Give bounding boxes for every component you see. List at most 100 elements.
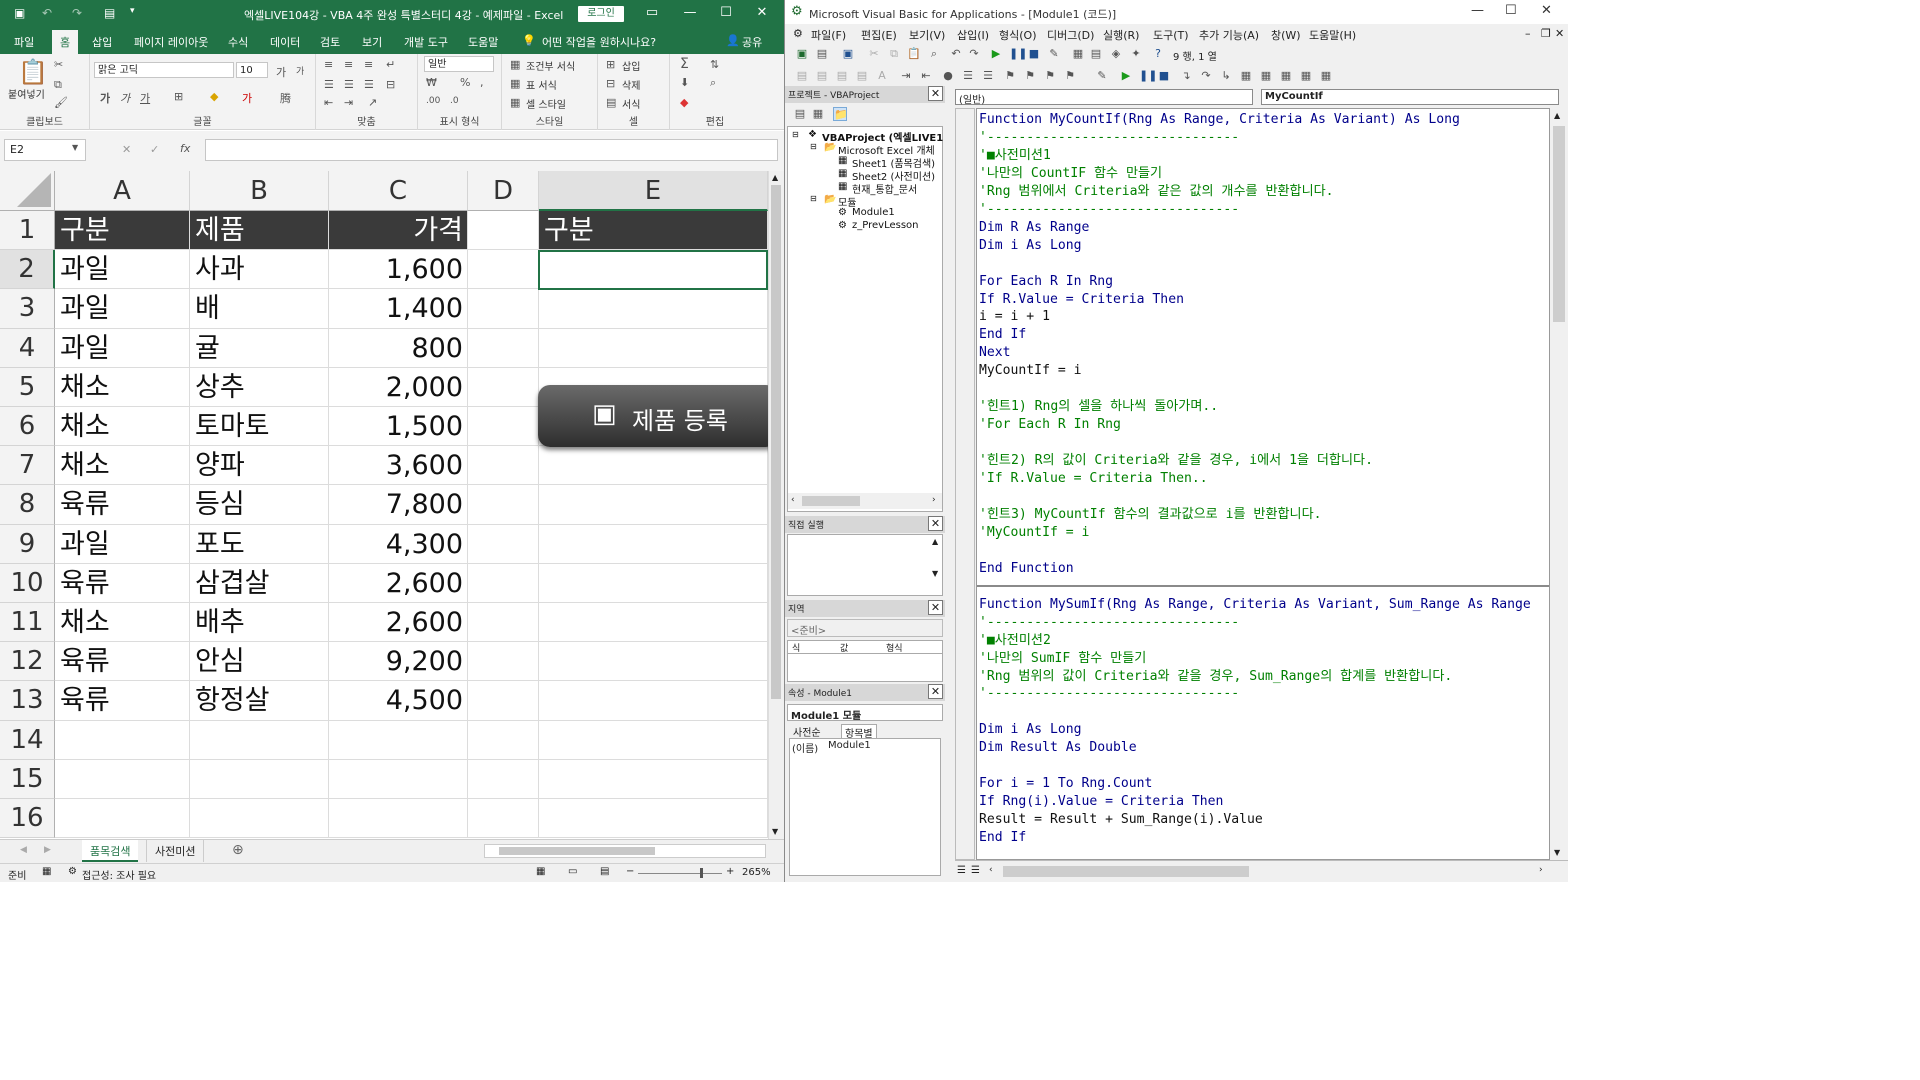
align-center-icon[interactable]: ☰ bbox=[344, 78, 354, 91]
cell-a9[interactable]: 과일 bbox=[55, 524, 190, 564]
quick-info-icon[interactable]: ▤ bbox=[835, 69, 849, 83]
zoom-slider-thumb[interactable] bbox=[700, 868, 703, 878]
cell-a10[interactable]: 육류 bbox=[55, 563, 190, 603]
insert-function-icon[interactable]: fx bbox=[180, 142, 190, 155]
tree-hscrollbar[interactable]: ‹ › bbox=[788, 493, 942, 509]
code-hscrollbar[interactable]: ☰ ☰ ‹ › bbox=[955, 860, 1568, 882]
parameter-info-icon[interactable]: ▤ bbox=[855, 69, 869, 83]
increase-indent-icon[interactable]: ⇥ bbox=[344, 96, 353, 109]
full-module-view-icon[interactable]: ☰ bbox=[971, 865, 980, 876]
vbe-child-close-icon[interactable]: ✕ bbox=[1555, 27, 1564, 40]
code-line[interactable]: 'MyCountIf = i bbox=[979, 524, 1089, 542]
cell-a1[interactable]: 구분 bbox=[55, 211, 190, 251]
row-header[interactable]: 14 bbox=[0, 720, 55, 760]
vbe-menu-file[interactable]: 파일(F) bbox=[811, 27, 846, 43]
vbe-menu-help[interactable]: 도움말(H) bbox=[1309, 27, 1356, 43]
vbe-find-icon[interactable]: ⌕ bbox=[927, 47, 941, 61]
cell-a13[interactable]: 육류 bbox=[55, 681, 190, 721]
indent-icon[interactable]: ⇥ bbox=[899, 69, 913, 83]
align-middle-icon[interactable]: ≡ bbox=[344, 58, 353, 71]
cell-c4[interactable]: 800 bbox=[329, 328, 468, 368]
code-line[interactable]: End If bbox=[979, 326, 1026, 344]
row-header[interactable]: 3 bbox=[0, 289, 55, 329]
horizontal-scrollbar[interactable] bbox=[484, 844, 766, 858]
code-line[interactable]: Function MySumIf(Rng As Range, Criteria … bbox=[979, 596, 1531, 614]
cell-e8[interactable] bbox=[539, 485, 768, 525]
property-value[interactable]: Module1 bbox=[828, 740, 871, 751]
cell-c2[interactable]: 1,600 bbox=[329, 250, 468, 290]
immediate-scroll-up-icon[interactable]: ▲ bbox=[932, 537, 938, 546]
cell-e10[interactable] bbox=[539, 563, 768, 603]
cell-d8[interactable] bbox=[468, 485, 539, 525]
code-hscroll-thumb[interactable] bbox=[1003, 866, 1249, 877]
locals-close-icon[interactable]: ✕ bbox=[928, 600, 943, 615]
cell-e15[interactable] bbox=[539, 759, 768, 799]
bookmark-icon[interactable]: ⚑ bbox=[1003, 69, 1017, 83]
prev-bookmark-icon[interactable]: ⚑ bbox=[1043, 69, 1057, 83]
quick-watch-icon[interactable]: ▦ bbox=[1299, 69, 1313, 83]
cell-e4[interactable] bbox=[539, 328, 768, 368]
code-line[interactable]: End If bbox=[979, 829, 1026, 847]
vbe-minimize-icon[interactable]: — bbox=[1471, 3, 1484, 18]
code-line[interactable]: '힌트1) Rng의 셀을 하나씩 돌아가며.. bbox=[979, 398, 1218, 416]
sheet-tab-pre-mission[interactable]: 사전미션 bbox=[146, 840, 205, 862]
code-line[interactable]: 'If R.Value = Criteria Then.. bbox=[979, 470, 1208, 488]
immediate-window[interactable]: ▲ ▼ bbox=[787, 534, 943, 596]
uncomment-block-icon[interactable]: ☰ bbox=[981, 69, 995, 83]
cell-d14[interactable] bbox=[468, 720, 539, 760]
step-over-icon[interactable]: ↷ bbox=[1199, 69, 1213, 83]
cell-b4[interactable]: 귤 bbox=[190, 328, 329, 368]
step-into-icon[interactable]: ↴ bbox=[1179, 69, 1193, 83]
column-header-e[interactable]: E bbox=[539, 171, 768, 211]
code-line[interactable]: MyCountIf = i bbox=[979, 362, 1081, 380]
code-line[interactable]: '나만의 CountIF 함수 만들기 bbox=[979, 165, 1162, 183]
zoom-level[interactable]: 265% bbox=[742, 867, 771, 878]
step-out-icon[interactable]: ↳ bbox=[1219, 69, 1233, 83]
code-margin[interactable] bbox=[955, 108, 975, 860]
code-line[interactable]: '-------------------------------- bbox=[979, 685, 1239, 703]
delete-cells-button[interactable]: 삭제 bbox=[622, 77, 640, 92]
cell-d3[interactable] bbox=[468, 289, 539, 329]
code-line[interactable]: Dim Result As Double bbox=[979, 739, 1137, 757]
object-browser-icon[interactable]: ◈ bbox=[1109, 47, 1123, 61]
cell-a2[interactable]: 과일 bbox=[55, 250, 190, 290]
column-header-d[interactable]: D bbox=[468, 171, 539, 211]
prev-sheet-icon[interactable]: ◀ bbox=[20, 845, 27, 855]
customize-toolbar-icon[interactable]: ▾ bbox=[130, 6, 135, 16]
format-painter-icon[interactable]: 🖌 bbox=[54, 96, 68, 109]
border-icon[interactable]: ⊞ bbox=[174, 90, 183, 103]
percent-icon[interactable]: % bbox=[460, 76, 470, 89]
code-line[interactable]: 'For Each R In Rng bbox=[979, 416, 1121, 434]
code-line[interactable]: For Each R In Rng bbox=[979, 273, 1113, 291]
scroll-thumb[interactable] bbox=[771, 185, 781, 699]
cell-d6[interactable] bbox=[468, 407, 539, 447]
tree-scroll-right-icon[interactable]: › bbox=[932, 495, 936, 505]
row-header[interactable]: 7 bbox=[0, 446, 55, 486]
tab-help[interactable]: 도움말 bbox=[468, 34, 498, 50]
row-header[interactable]: 16 bbox=[0, 799, 55, 839]
cell-c12[interactable]: 9,200 bbox=[329, 642, 468, 682]
next-bookmark-icon[interactable]: ⚑ bbox=[1023, 69, 1037, 83]
locals-window-icon[interactable]: ▦ bbox=[1239, 69, 1253, 83]
vbe-menu-run[interactable]: 실행(R) bbox=[1103, 27, 1139, 43]
cell-d4[interactable] bbox=[468, 328, 539, 368]
redo-icon[interactable]: ↷ bbox=[72, 6, 82, 20]
row-header[interactable]: 5 bbox=[0, 367, 55, 407]
vbe-close-icon[interactable]: ✕ bbox=[1541, 3, 1552, 18]
align-left-icon[interactable]: ☰ bbox=[324, 78, 334, 91]
row-header[interactable]: 12 bbox=[0, 642, 55, 682]
code-line[interactable]: Next bbox=[979, 344, 1011, 362]
code-scroll-up-icon[interactable]: ▲ bbox=[1554, 111, 1560, 120]
code-editor[interactable]: Function MyCountIf(Rng As Range, Criteri… bbox=[976, 108, 1550, 860]
code-line[interactable]: 'Rng 범위에서 Criteria와 같은 값의 개수를 반환합니다. bbox=[979, 183, 1334, 201]
cell-c5[interactable]: 2,000 bbox=[329, 367, 468, 407]
tab-review[interactable]: 검토 bbox=[320, 34, 340, 50]
vbe-copy-icon[interactable]: ⧉ bbox=[887, 47, 901, 61]
toolbox-icon[interactable]: ✦ bbox=[1129, 47, 1143, 61]
next-sheet-icon[interactable]: ▶ bbox=[44, 845, 51, 855]
font-name-select[interactable]: 맑은 고딕 bbox=[94, 62, 234, 78]
name-box-dropdown-icon[interactable]: ▼ bbox=[72, 143, 78, 152]
scroll-up-icon[interactable]: ▲ bbox=[772, 173, 778, 182]
cell-b16[interactable] bbox=[190, 799, 329, 839]
code-line[interactable]: '-------------------------------- bbox=[979, 129, 1239, 147]
